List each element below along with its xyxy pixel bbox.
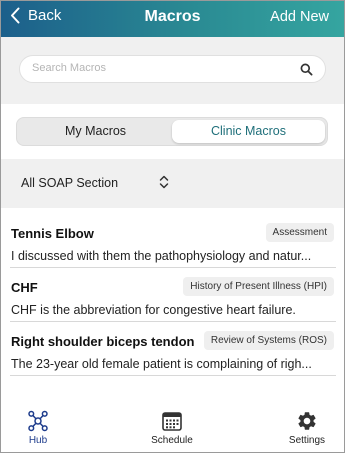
add-new-button[interactable]: Add New <box>270 9 329 25</box>
list-item[interactable]: Tennis Elbow Assessment I discussed with… <box>10 214 336 268</box>
macro-segmented-control: My Macros Clinic Macros <box>16 117 328 146</box>
app-frame: Back Macros Add New My Macros Clinic Mac… <box>0 0 345 453</box>
search-bar <box>19 55 326 83</box>
list-item[interactable]: Right shoulder biceps tendon Review of S… <box>10 322 336 376</box>
tab-settings[interactable]: Settings <box>267 410 344 446</box>
nav-header: Back Macros Add New <box>1 1 344 37</box>
section-badge: Review of Systems (ROS) <box>203 331 334 350</box>
gear-icon <box>298 412 316 430</box>
macro-name: CHF <box>11 280 38 295</box>
tab-hub-label: Hub <box>28 435 48 446</box>
page-title: Macros <box>144 8 201 25</box>
macro-preview: I discussed with them the pathophysiolog… <box>11 249 312 263</box>
back-label: Back <box>28 7 62 24</box>
segment-my-macros[interactable]: My Macros <box>19 120 172 143</box>
segment-clinic-macros[interactable]: Clinic Macros <box>172 120 325 143</box>
search-input[interactable] <box>32 62 282 74</box>
macro-name: Tennis Elbow <box>11 226 94 241</box>
tab-settings-label: Settings <box>288 435 326 446</box>
soap-section-select[interactable]: All SOAP Section <box>21 175 169 190</box>
filter-area: All SOAP Section <box>1 159 344 208</box>
macro-preview: CHF is the abbreviation for congestive h… <box>11 303 296 317</box>
tab-schedule[interactable]: Schedule <box>132 410 212 446</box>
bottom-tab-bar: Hub Schedule Settings <box>1 403 344 452</box>
tab-hub[interactable]: Hub <box>1 410 78 446</box>
segment-area: My Macros Clinic Macros <box>1 104 344 159</box>
macro-name: Right shoulder biceps tendon <box>11 334 195 349</box>
list-item[interactable]: CHF History of Present Illness (HPI) CHF… <box>10 268 336 322</box>
macro-list: Tennis Elbow Assessment I discussed with… <box>10 214 336 376</box>
chevron-up-down-icon <box>159 175 169 189</box>
section-badge: History of Present Illness (HPI) <box>183 277 334 296</box>
search-area <box>1 37 344 104</box>
section-badge: Assessment <box>265 223 334 242</box>
macro-preview: The 23-year old female patient is compla… <box>11 357 312 371</box>
search-icon[interactable] <box>300 63 313 76</box>
soap-section-label: All SOAP Section <box>21 176 119 190</box>
tab-schedule-label: Schedule <box>151 435 193 446</box>
hub-network-icon <box>28 410 48 432</box>
chevron-left-icon <box>11 7 20 24</box>
back-button[interactable]: Back <box>10 7 61 24</box>
calendar-icon <box>162 412 182 431</box>
